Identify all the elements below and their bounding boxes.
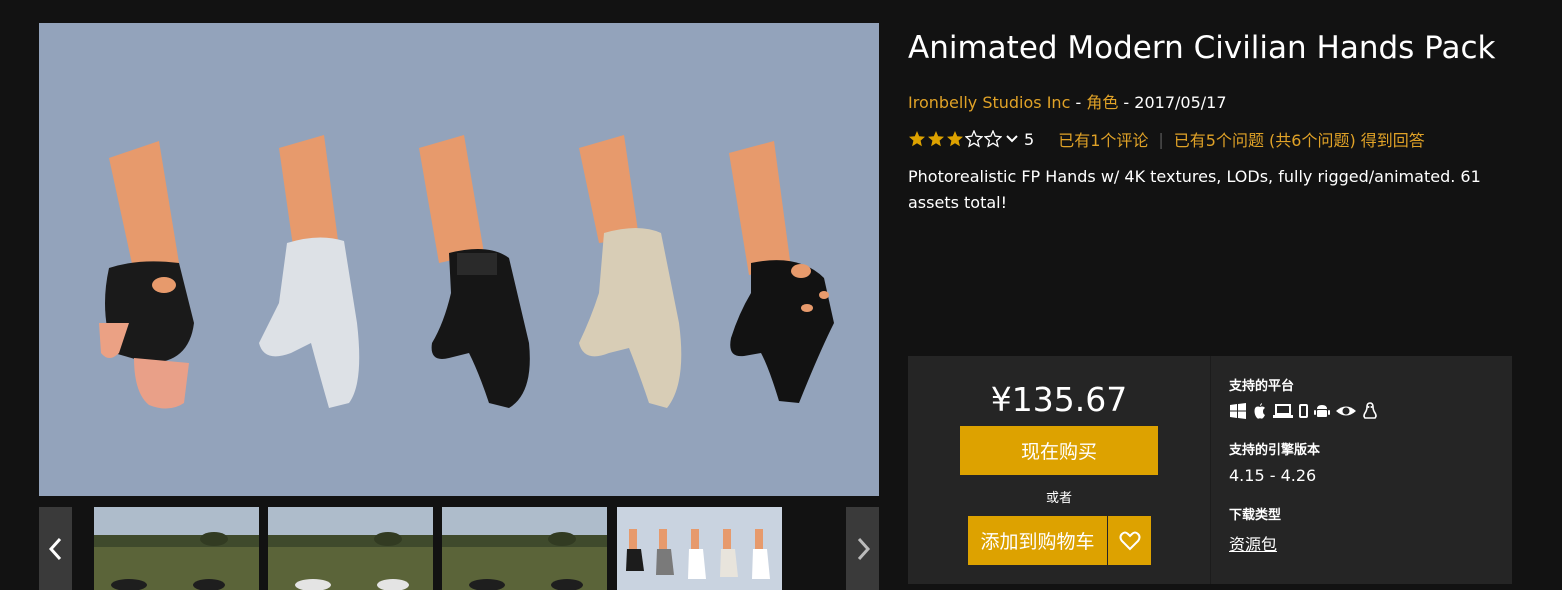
apple-icon [1254, 403, 1265, 419]
chevron-right-icon [857, 537, 870, 560]
or-label: 或者 [1045, 491, 1072, 506]
chevron-down-icon [1006, 135, 1018, 143]
star-empty-icon [965, 130, 983, 148]
buy-now-button[interactable]: 现在购买 [960, 426, 1158, 475]
engine-version-value: 4.15 - 4.26 [1229, 466, 1317, 485]
thumbnail-3[interactable] [442, 507, 607, 590]
category-link[interactable]: 角色 [1086, 93, 1118, 112]
thumbnail-prev-button[interactable] [39, 507, 72, 590]
chevron-left-icon [48, 537, 61, 560]
meta-separator: - [1118, 93, 1135, 112]
product-description: Photorealistic FP Hands w/ 4K textures, … [908, 167, 1481, 212]
star-filled-icon [928, 131, 944, 147]
heart-icon [1119, 531, 1140, 550]
meta-separator: - [1070, 93, 1087, 112]
field-hands-thumbnail [442, 507, 607, 590]
product-title: Animated Modern Civilian Hands Pack [908, 30, 1496, 66]
gallery-main-image[interactable] [39, 23, 879, 496]
star-rating[interactable] [908, 130, 1002, 148]
purchase-actions: ¥135.67 现在购买 或者 添加到购物车 [908, 356, 1210, 584]
price: ¥135.67 [990, 380, 1128, 419]
add-to-cart-button[interactable]: 添加到购物车 [968, 516, 1107, 565]
field-hands-thumbnail [268, 507, 433, 590]
rating-divider: | [1158, 129, 1164, 149]
product-meta: Ironbelly Studios Inc - 角色 - 2017/05/17 [908, 89, 1227, 113]
platform-icons [1229, 402, 1379, 420]
rating-row: 5 已有1个评论 | 已有5个问题 (共6个问题) 得到回答 [908, 126, 1425, 152]
platforms-label: 支持的平台 [1229, 379, 1295, 394]
reviews-link[interactable]: 已有1个评论 [1058, 127, 1148, 151]
star-filled-icon [909, 131, 925, 147]
thumbnail-1[interactable] [94, 507, 259, 590]
star-filled-icon [947, 131, 963, 147]
mobile-icon [1299, 404, 1308, 418]
five-gloved-hands-image [39, 23, 879, 496]
thumbnail-2[interactable] [268, 507, 433, 590]
thumbnail-4-active[interactable] [617, 507, 782, 590]
thumbnail-strip [39, 507, 879, 590]
linux-icon [1363, 402, 1377, 419]
engine-version-label: 支持的引擎版本 [1229, 443, 1321, 458]
wishlist-button[interactable] [1108, 516, 1151, 565]
thumbnail-next-button[interactable] [846, 507, 879, 590]
download-type-link[interactable]: 资源包 [1229, 531, 1277, 555]
rating-count: 5 [1024, 129, 1035, 149]
laptop-icon [1273, 404, 1293, 418]
android-icon [1314, 405, 1330, 417]
product-specs: 支持的平台 支持的引擎版本 4.15 - 4.26 下载类型 资源包 [1229, 356, 1509, 584]
panel-divider [1210, 356, 1211, 584]
star-empty-icon [984, 130, 1002, 148]
purchase-panel: ¥135.67 现在购买 或者 添加到购物车 支持的平台 支持的引擎版本 4.1… [908, 356, 1512, 584]
seller-link[interactable]: Ironbelly Studios Inc [908, 93, 1070, 112]
download-type-label: 下载类型 [1229, 508, 1282, 523]
gloves-lineup-thumbnail [617, 507, 782, 590]
windows-icon [1230, 403, 1246, 419]
eye-vr-icon [1336, 406, 1356, 416]
field-hands-thumbnail [94, 507, 259, 590]
rating-dropdown[interactable]: 5 [1006, 130, 1034, 149]
questions-link[interactable]: 已有5个问题 (共6个问题) 得到回答 [1174, 127, 1425, 151]
release-date: 2017/05/17 [1134, 93, 1227, 112]
